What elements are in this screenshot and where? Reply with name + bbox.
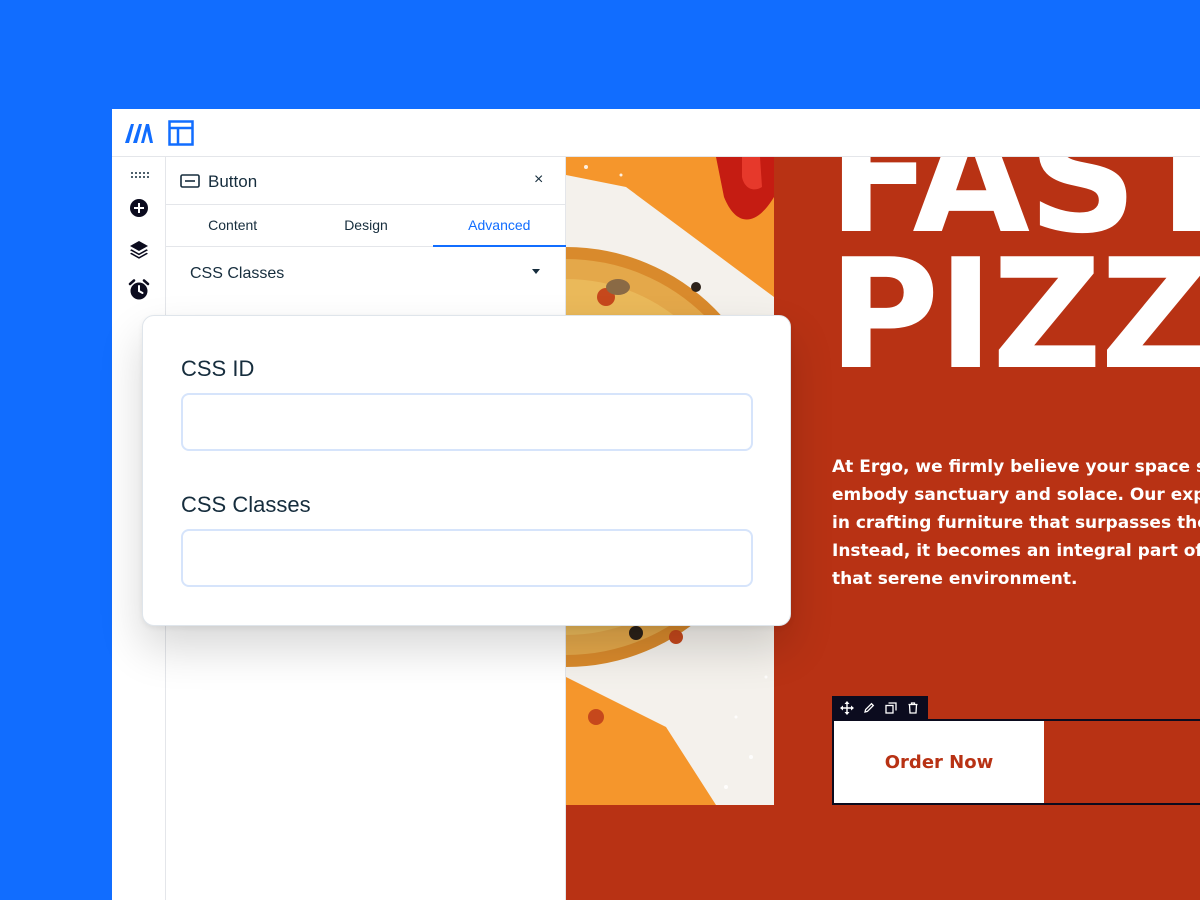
css-classes-label: CSS Classes <box>181 492 311 517</box>
caret-down-icon <box>532 269 540 274</box>
css-id-input[interactable] <box>181 393 753 451</box>
panel-header: Button × <box>166 157 566 205</box>
css-classes-input[interactable] <box>181 529 753 587</box>
tab-advanced[interactable]: Advanced <box>432 205 567 247</box>
css-classes-section-label: CSS Classes <box>190 265 285 282</box>
drag-handle-icon[interactable] <box>127 163 151 187</box>
css-properties-card: CSS ID CSS Classes <box>142 315 791 626</box>
tab-content[interactable]: Content <box>166 205 299 246</box>
panel-tabs: Content Design Advanced <box>166 205 567 247</box>
wix-logo-icon[interactable] <box>124 121 154 145</box>
element-toolbar <box>832 696 928 720</box>
close-icon[interactable]: × <box>534 171 543 189</box>
tab-design[interactable]: Design <box>299 205 432 246</box>
css-id-label: CSS ID <box>181 356 255 381</box>
selected-button-frame: Order Now <box>832 719 1200 805</box>
top-bar <box>112 109 1200 157</box>
page-layout-icon[interactable] <box>168 120 194 146</box>
edit-pencil-icon[interactable] <box>861 700 877 716</box>
move-icon[interactable] <box>839 700 855 716</box>
order-now-button[interactable]: Order Now <box>834 721 1044 803</box>
duplicate-icon[interactable] <box>883 700 899 716</box>
button-element-icon <box>180 174 200 188</box>
delete-icon[interactable] <box>905 700 921 716</box>
panel-title: Button <box>208 172 258 191</box>
alarm-clock-icon[interactable] <box>127 278 151 302</box>
hero-body-text[interactable]: At Ergo, we firmly believe your space sh… <box>832 453 1200 593</box>
hero-headline[interactable]: FAST PIZZA <box>828 157 1200 391</box>
layers-icon[interactable] <box>127 237 151 261</box>
css-classes-dropdown[interactable]: CSS Classes <box>166 247 566 301</box>
add-icon[interactable] <box>127 196 151 220</box>
